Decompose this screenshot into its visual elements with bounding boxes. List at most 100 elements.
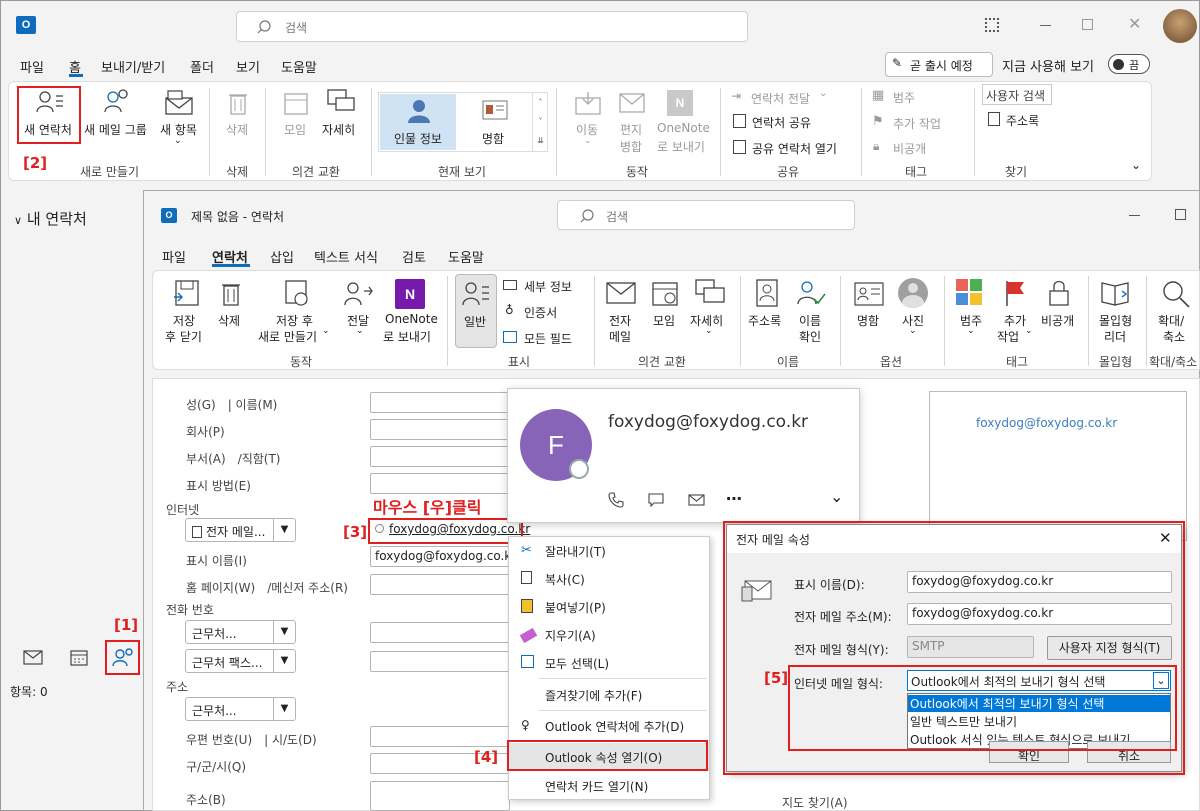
address-business-dropdown[interactable]: 근무처... ▼ — [185, 697, 296, 721]
send-onenote-button[interactable]: OneNote — [657, 121, 710, 135]
zip-input[interactable] — [370, 726, 510, 747]
certificates-button[interactable]: 인증서 — [524, 304, 557, 321]
delete-button[interactable]: 삭제 — [226, 121, 248, 138]
qr-icon[interactable] — [985, 18, 999, 32]
zoom-button[interactable]: 확대/ — [1158, 312, 1184, 329]
phone-fax-dropdown[interactable]: 근무처 팩스... ▼ — [185, 649, 296, 673]
menu-tab-file[interactable]: 파일 — [20, 57, 44, 76]
menu-item-cut[interactable]: ✂ 잘라내기(T) — [509, 537, 709, 565]
close-button[interactable]: ✕ — [1128, 14, 1141, 33]
menu-tab-help[interactable]: 도움말 — [281, 57, 317, 76]
immersive-reader-button[interactable]: 몰입형 — [1099, 312, 1132, 329]
calendar-icon[interactable] — [70, 649, 88, 666]
view-people-option[interactable]: 인물 정보 — [380, 94, 456, 150]
menu-tab-help[interactable]: 도움말 — [448, 247, 484, 266]
dropdown-arrow-icon: ▼ — [273, 698, 295, 720]
display-as-input[interactable]: foxydog@foxydog.co.kr — [370, 546, 510, 567]
file-as-input[interactable] — [370, 473, 510, 494]
try-now-toggle[interactable]: 끔 — [1108, 54, 1150, 74]
menu-item-add-contact-label: Outlook 연락처에 추가(D) — [545, 720, 685, 734]
menu-item-clear[interactable]: 지우기(A) — [509, 621, 709, 649]
menu-tab-insert[interactable]: 삽입 — [270, 247, 294, 266]
mail-merge-button[interactable]: 편지 — [620, 121, 642, 138]
menu-tab-send-receive[interactable]: 보내기/받기 — [101, 57, 165, 76]
menu-item-add-contact[interactable]: ♀ Outlook 연락처에 추가(D) — [509, 712, 709, 740]
details-button[interactable]: 세부 정보 — [524, 278, 572, 295]
new-items-icon — [165, 90, 193, 115]
toggle-state-label: 끔 — [1129, 59, 1140, 72]
company-input[interactable] — [370, 419, 510, 440]
chat-icon[interactable] — [648, 493, 664, 507]
menu-item-paste[interactable]: 붙여넣기(P) — [509, 593, 709, 621]
new-contact-group-button[interactable]: 새 메일 그룹 — [84, 121, 147, 138]
forward-contact-button[interactable]: 연락처 전달 — [751, 90, 810, 107]
menu-item-select-all[interactable]: 모두 선택(L) — [509, 649, 709, 677]
search-people-input[interactable]: 사용자 검색 — [982, 84, 1052, 105]
chevron-down-icon[interactable]: ⌄ — [830, 487, 843, 506]
private-button[interactable]: 비공개 — [893, 140, 926, 157]
categorize-button[interactable]: 범주 — [893, 89, 915, 106]
maximize-button[interactable] — [1175, 209, 1186, 220]
full-name-label[interactable]: 성(G) | 이름(M) — [186, 396, 277, 413]
minimize-button[interactable] — [1129, 215, 1140, 216]
follow-up-button[interactable]: 추가 작업 — [893, 115, 941, 132]
menu-item-add-favorites[interactable]: 즐겨찾기에 추가(F) — [509, 681, 709, 709]
collapse-ribbon-icon[interactable]: ⌄ — [1131, 158, 1141, 172]
highlight-people-nav — [105, 640, 140, 675]
menu-tab-review[interactable]: 검토 — [402, 247, 426, 266]
send-onenote-button[interactable]: OneNote — [385, 312, 438, 326]
gallery-scroll[interactable]: ˄ ˅ ⇊ — [532, 93, 548, 151]
check-names-button[interactable]: 이름 — [799, 312, 821, 329]
menu-tab-file[interactable]: 파일 — [162, 247, 186, 266]
address-book-button[interactable]: 주소록 — [748, 312, 781, 329]
private-button[interactable]: 비공개 — [1041, 312, 1074, 329]
annotation-step2: [2] — [23, 154, 48, 172]
open-shared-button[interactable]: 공유 연락처 열기 — [752, 140, 837, 157]
phone-fax-input[interactable] — [370, 651, 510, 672]
menu-tab-folder[interactable]: 폴더 — [190, 57, 214, 76]
coming-soon-button[interactable]: ✎ 곧 출시 예정 — [885, 52, 993, 77]
zoom-icon — [1163, 281, 1190, 308]
view-card-option[interactable]: 명함 — [458, 94, 530, 150]
map-it-button[interactable]: 지도 찾기(A) — [782, 794, 848, 811]
share-icon — [733, 114, 746, 128]
general-button[interactable]: 일반 — [455, 274, 497, 348]
save-close-button[interactable]: 저장 — [173, 312, 195, 329]
file-as-label[interactable]: 표시 방법(E) — [186, 477, 251, 494]
follow-up-button[interactable]: 추가 — [1004, 312, 1026, 329]
more-button[interactable]: 자세히 — [322, 121, 355, 138]
business-card-button[interactable]: 명함 — [857, 312, 879, 329]
contact-search-box[interactable]: 검색 — [557, 200, 855, 230]
minimize-button[interactable] — [1040, 25, 1051, 26]
save-new-button[interactable]: 저장 후 — [276, 312, 313, 329]
phone-icon[interactable] — [608, 492, 624, 508]
general-label: 일반 — [464, 315, 487, 329]
mail-icon[interactable] — [23, 650, 43, 665]
email-type-dropdown[interactable]: 전자 메일... ▼ — [185, 518, 296, 542]
more-options-icon[interactable]: ⋯ — [726, 489, 742, 508]
menu-tab-format-text[interactable]: 텍스트 서식 — [314, 247, 378, 266]
meeting-button[interactable]: 모임 — [284, 121, 306, 138]
menu-item-open-card[interactable]: 연락처 카드 열기(N) — [509, 772, 709, 800]
main-search-box[interactable]: 검색 — [236, 11, 748, 42]
phone-business-input[interactable] — [370, 622, 510, 643]
all-fields-button[interactable]: 모든 필드 — [524, 330, 572, 347]
job-title-input[interactable] — [370, 446, 510, 467]
menu-item-copy[interactable]: 복사(C) — [509, 565, 709, 593]
street-input[interactable] — [370, 781, 510, 811]
email-button[interactable]: 전자 — [609, 312, 631, 329]
web-page-input[interactable] — [370, 574, 510, 595]
certificate-icon: ♁ — [505, 303, 514, 317]
phone-fax-value: 근무처 팩스... — [192, 656, 263, 670]
share-contacts-button[interactable]: 연락처 공유 — [752, 114, 811, 131]
meeting-button[interactable]: 모임 — [653, 312, 675, 329]
address-book-button[interactable]: 주소록 — [1006, 112, 1039, 129]
menu-tab-view[interactable]: 보기 — [236, 57, 260, 76]
full-name-input[interactable] — [370, 392, 510, 413]
nav-my-contacts[interactable]: ∨ 내 연락처 — [14, 208, 87, 229]
phone-business-dropdown[interactable]: 근무처... ▼ — [185, 620, 296, 644]
delete-button[interactable]: 삭제 — [218, 312, 240, 329]
maximize-button[interactable] — [1082, 19, 1093, 30]
mail-icon[interactable] — [688, 494, 705, 506]
user-avatar[interactable] — [1163, 9, 1197, 43]
